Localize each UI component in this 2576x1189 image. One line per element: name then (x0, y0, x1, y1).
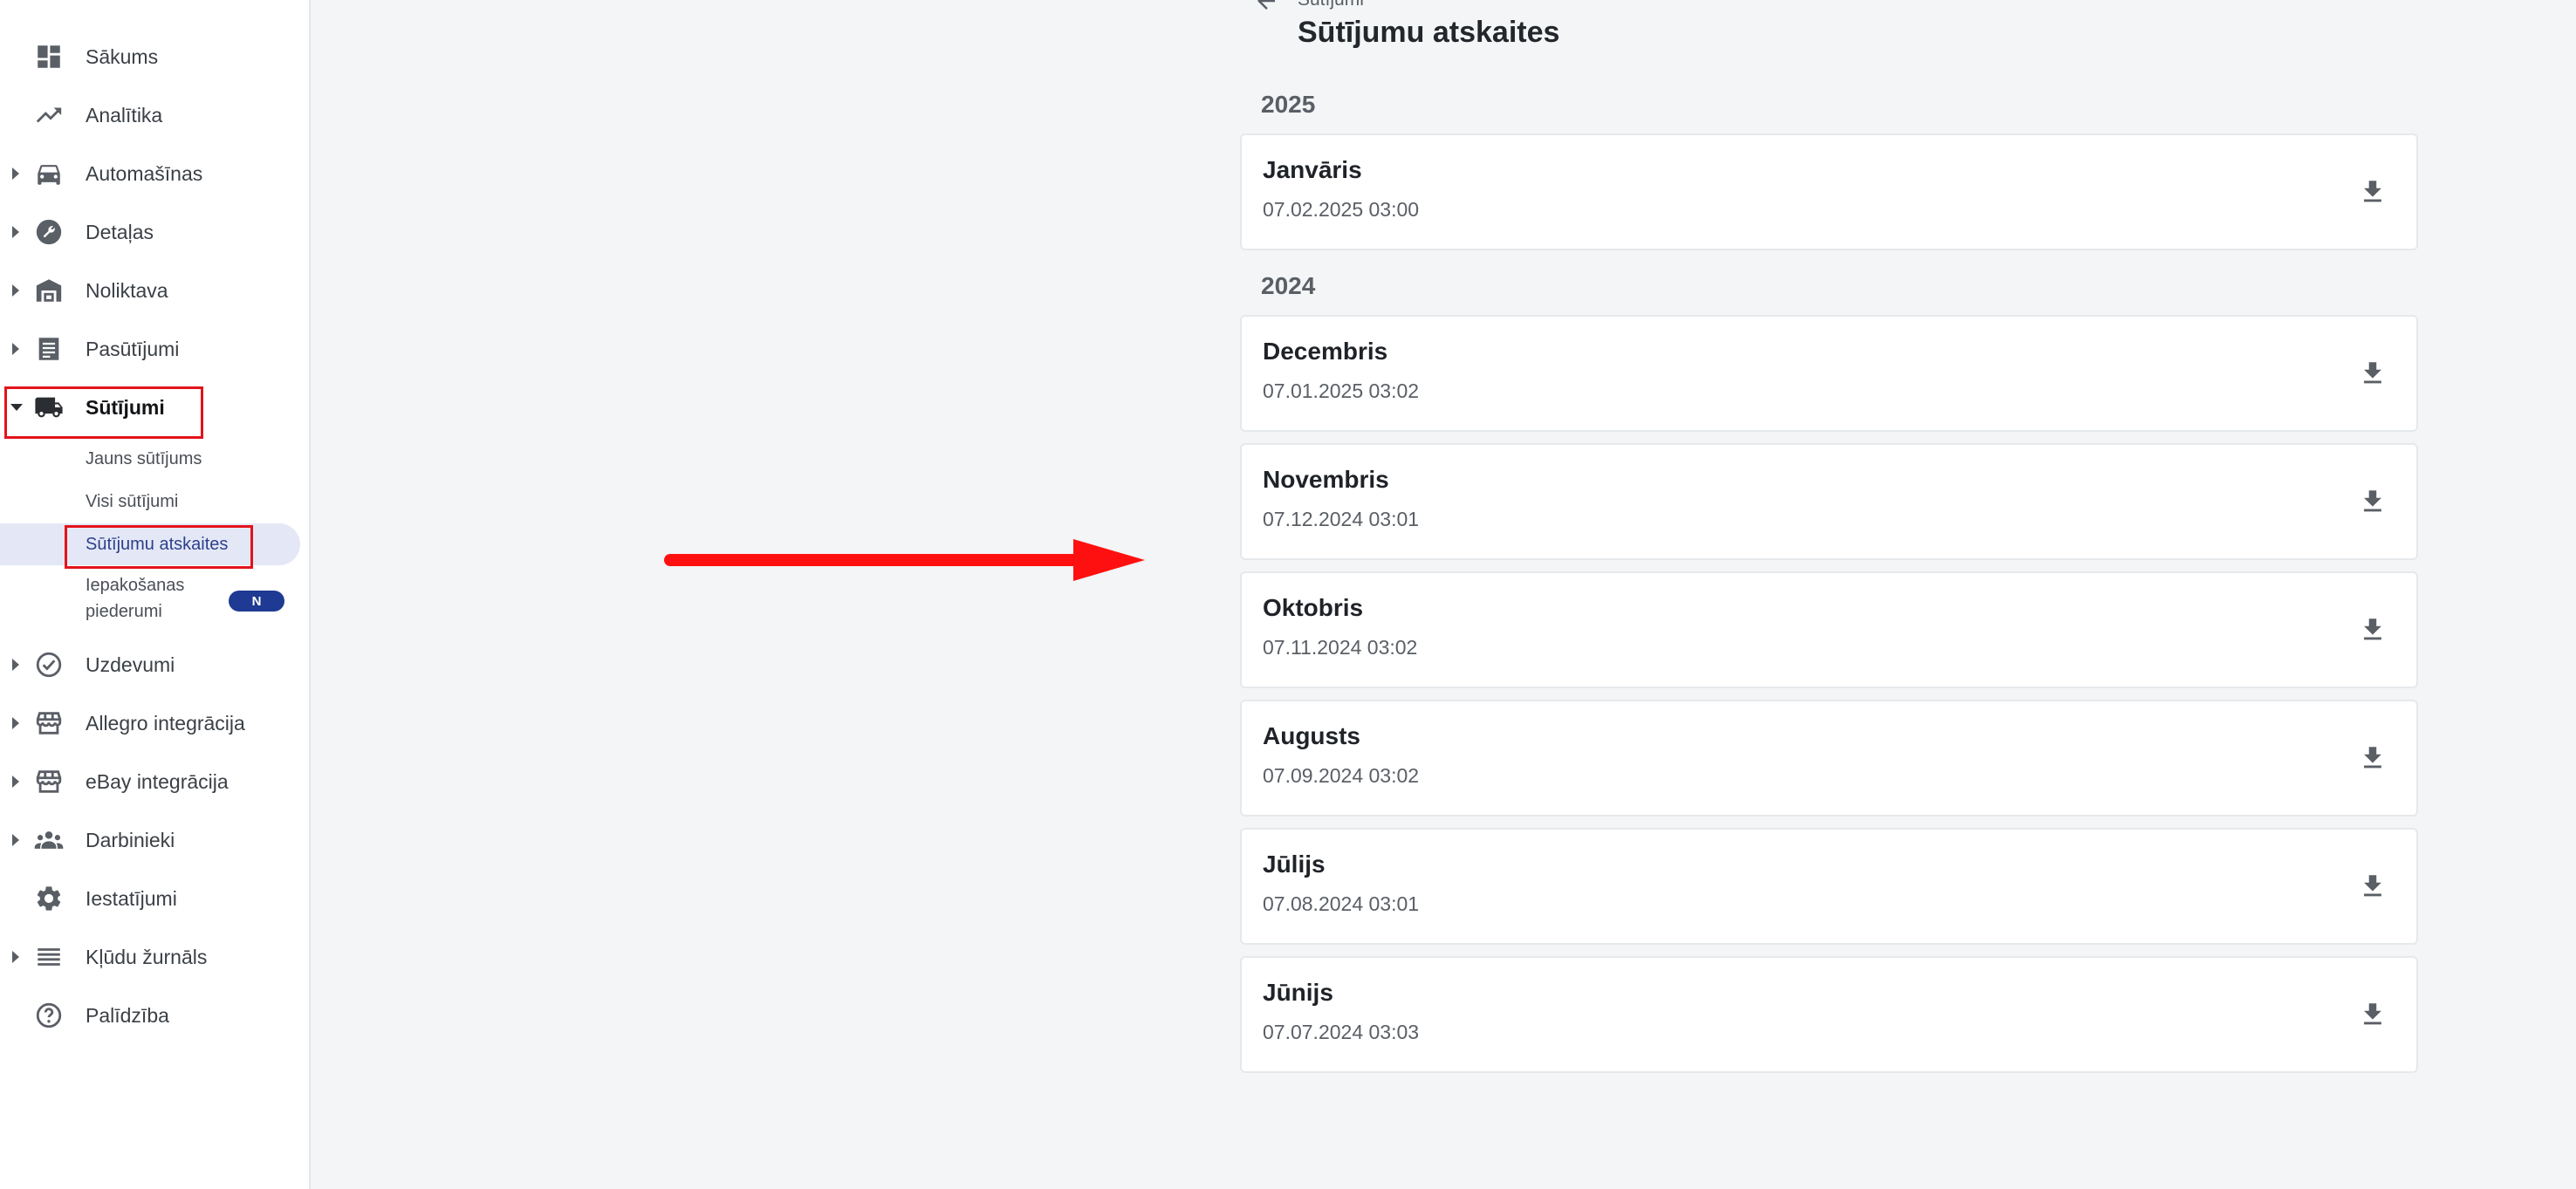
chevron-right-icon[interactable] (12, 951, 19, 963)
sidebar-subitem-label: Iepakošanas piederumi (86, 576, 185, 621)
app-root: Sākums Analītika Automašīnas Detaļas Nol… (0, 0, 2576, 1189)
download-icon[interactable] (2355, 174, 2390, 209)
gear-icon (33, 883, 65, 914)
sidebar-item-sutijumi[interactable]: Sūtījumi (0, 380, 309, 434)
sidebar-item-label: eBay integrācija (86, 769, 229, 793)
report-date: 07.11.2024 03:02 (1263, 636, 1418, 659)
chevron-right-icon[interactable] (12, 167, 19, 180)
red-arrow-annotation (664, 539, 1145, 581)
sidebar-item-analitika[interactable]: Analītika (0, 88, 309, 142)
page-title: Sūtījumu atskaites (1298, 16, 1560, 49)
sidebar-item-label: Noliktava (86, 278, 168, 302)
sidebar-item-label: Sākums (86, 44, 159, 68)
report-date: 07.12.2024 03:01 (1263, 508, 1420, 530)
arrow-back-icon[interactable] (1253, 0, 1279, 18)
report-date: 07.08.2024 03:01 (1263, 892, 1420, 915)
receipt-icon (33, 333, 65, 365)
sidebar-item-automasinas[interactable]: Automašīnas (0, 147, 309, 201)
back-button[interactable] (1253, 0, 1279, 18)
download-icon[interactable] (2355, 356, 2390, 391)
truck-icon (33, 392, 65, 423)
sidebar-subitem-sutijumu-atskaites[interactable]: Sūtījumu atskaites (0, 523, 300, 565)
chevron-right-icon[interactable] (12, 343, 19, 355)
sidebar-item-kludu-zurnals[interactable]: Kļūdu žurnāls (0, 930, 309, 984)
sidebar-subitem-jauns-sutijums[interactable]: Jauns sūtījums (0, 438, 300, 480)
report-month: Augusts (1263, 722, 1360, 749)
car-icon (33, 158, 65, 189)
chevron-right-icon[interactable] (12, 776, 19, 788)
trending-up-icon (33, 99, 65, 131)
chevron-right-icon[interactable] (12, 284, 19, 297)
download-icon[interactable] (2355, 484, 2390, 519)
chevron-right-icon[interactable] (12, 659, 19, 671)
download-icon[interactable] (2355, 997, 2390, 1032)
list-icon (33, 941, 65, 973)
sidebar-item-iestatijumi[interactable]: Iestatījumi (0, 871, 309, 926)
sidebar-item-pasutijumi[interactable]: Pasūtījumi (0, 322, 309, 376)
report-month: Jūlijs (1263, 851, 1326, 878)
report-month: Decembris (1263, 338, 1388, 365)
new-badge: N (229, 591, 284, 612)
dashboard-icon (33, 41, 65, 72)
report-month: Oktobris (1263, 594, 1364, 621)
sidebar-item-allegro-integracija[interactable]: Allegro integrācija (0, 696, 309, 750)
sidebar-item-sakums[interactable]: Sākums (0, 30, 309, 84)
report-card-oktobris[interactable]: Oktobris 07.11.2024 03:02 (1240, 571, 2418, 688)
sidebar-item-label: Detaļas (86, 220, 154, 243)
report-month: Janvāris (1263, 156, 1362, 183)
check-circle-icon (33, 649, 65, 680)
sidebar-item-detalas[interactable]: Detaļas (0, 205, 309, 259)
wrench-icon (33, 216, 65, 248)
report-date: 07.07.2024 03:03 (1263, 1021, 1420, 1043)
report-card-januaris[interactable]: Janvāris 07.02.2025 03:00 (1240, 133, 2418, 250)
chevron-down-icon[interactable] (10, 404, 23, 411)
store-icon (33, 766, 65, 797)
report-date: 07.01.2025 03:02 (1263, 379, 1420, 402)
chevron-right-icon[interactable] (12, 717, 19, 729)
download-icon[interactable] (2355, 741, 2390, 776)
sidebar-item-label: Sūtījumi (86, 395, 165, 419)
download-icon[interactable] (2355, 612, 2390, 647)
store-icon (33, 707, 65, 739)
sidebar: Sākums Analītika Automašīnas Detaļas Nol… (0, 0, 311, 1189)
sidebar-item-label: Uzdevumi (86, 653, 175, 676)
people-icon (33, 824, 65, 856)
sidebar-subitem-visi-sutijumi[interactable]: Visi sūtījumi (0, 481, 300, 523)
year-heading-2025: 2025 (1261, 91, 1316, 118)
report-card-augusts[interactable]: Augusts 07.09.2024 03:02 (1240, 700, 2418, 817)
sidebar-item-darbinieki[interactable]: Darbinieki (0, 813, 309, 867)
report-card-decembris[interactable]: Decembris 07.01.2025 03:02 (1240, 315, 2418, 432)
sidebar-item-label: Palīdzība (86, 1003, 169, 1027)
breadcrumb[interactable]: Sūtījumi (1298, 0, 1364, 10)
chevron-right-icon[interactable] (12, 226, 19, 238)
report-date: 07.02.2025 03:00 (1263, 198, 1420, 221)
sidebar-item-label: Kļūdu žurnāls (86, 945, 208, 968)
sidebar-item-ebay-integracija[interactable]: eBay integrācija (0, 755, 309, 809)
download-icon[interactable] (2355, 869, 2390, 904)
sidebar-item-label: Automašīnas (86, 161, 203, 185)
report-card-novembris[interactable]: Novembris 07.12.2024 03:01 (1240, 443, 2418, 560)
sidebar-item-label: Darbinieki (86, 828, 175, 851)
sidebar-item-uzdevumi[interactable]: Uzdevumi (0, 638, 309, 692)
sidebar-item-label: Allegro integrācija (86, 711, 245, 735)
report-month: Novembris (1263, 466, 1389, 493)
warehouse-icon (33, 275, 65, 306)
sidebar-subitem-label: Visi sūtījumi (86, 491, 179, 511)
chevron-right-icon[interactable] (12, 834, 19, 846)
year-heading-2024: 2024 (1261, 272, 1316, 299)
report-card-junijs[interactable]: Jūnijs 07.07.2024 03:03 (1240, 956, 2418, 1073)
sidebar-item-label: Pasūtījumi (86, 337, 180, 360)
report-month: Jūnijs (1263, 979, 1333, 1006)
sidebar-item-label: Analītika (86, 103, 163, 126)
sidebar-subitem-label: Sūtījumu atskaites (86, 534, 229, 554)
report-card-julijs[interactable]: Jūlijs 07.08.2024 03:01 (1240, 828, 2418, 945)
sidebar-item-palidziba[interactable]: Palīdzība (0, 988, 309, 1042)
sidebar-item-noliktava[interactable]: Noliktava (0, 263, 309, 318)
help-icon (33, 1000, 65, 1031)
report-date: 07.09.2024 03:02 (1263, 764, 1420, 787)
sidebar-item-label: Iestatījumi (86, 886, 177, 910)
sidebar-subitem-label: Jauns sūtījums (86, 448, 202, 468)
